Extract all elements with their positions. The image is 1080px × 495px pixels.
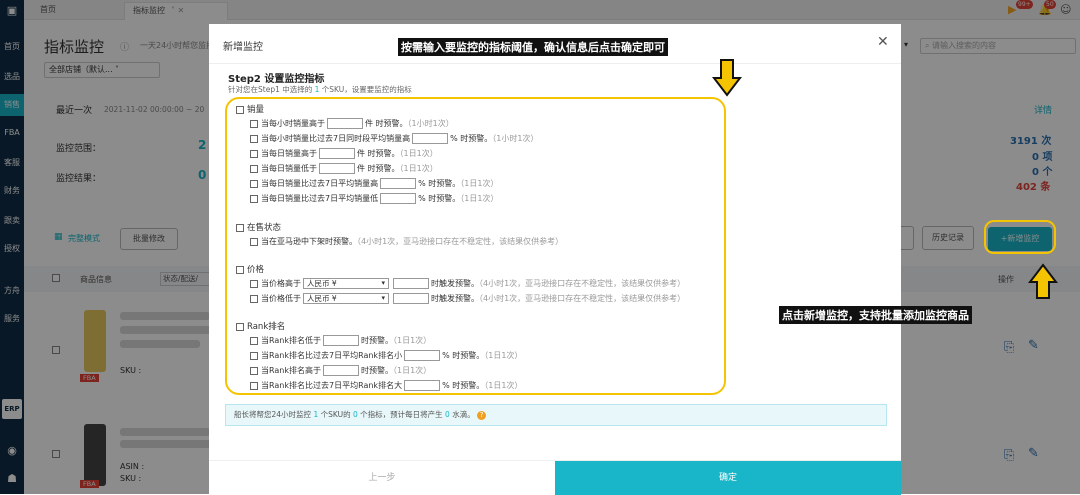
threshold-highlight-box (225, 97, 726, 395)
summary-text: 个SKU的 (318, 410, 353, 419)
arrow-down-icon (712, 59, 742, 97)
modal-footer: 上一步 确定 (209, 460, 901, 495)
close-icon[interactable]: ✕ (877, 34, 889, 50)
summary-banner: 船长将帮您24小时监控 1 个SKU的 0 个指标，预计每日将产生 0 水滴。 … (225, 404, 887, 426)
annotation-right: 点击新增监控，支持批量添加监控商品 (779, 306, 972, 324)
modal-title: 新增监控 (223, 42, 263, 53)
summary-text: 船长将帮您24小时监控 (234, 410, 314, 419)
step-title: Step2 设置监控指标 (228, 74, 325, 85)
step-desc-b: 个SKU，设置要监控的指标 (319, 85, 412, 94)
step-desc-a: 针对您在Step1 中选择的 (228, 85, 315, 94)
confirm-button[interactable]: 确定 (555, 461, 901, 495)
step-desc: 针对您在Step1 中选择的 1 个SKU，设置要监控的指标 (228, 84, 412, 95)
arrow-up-icon (1028, 263, 1058, 299)
annotation-top: 按需输入要监控的指标阈值，确认信息后点击确定即可 (398, 38, 668, 56)
summary-text: 水滴。 (449, 410, 475, 419)
summary-text: 个指标，预计每日将产生 (357, 410, 446, 419)
help-icon[interactable]: ? (477, 410, 487, 420)
prev-step-button[interactable]: 上一步 (209, 461, 555, 495)
add-monitor-highlight (984, 220, 1056, 254)
